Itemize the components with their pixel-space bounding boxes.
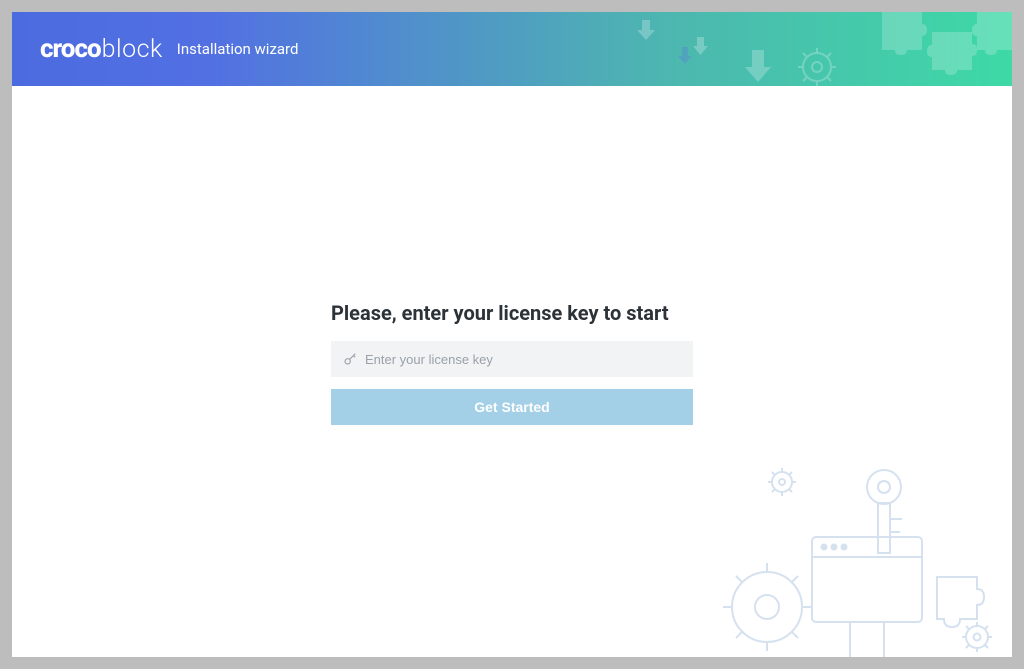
logo-text-b: block bbox=[102, 35, 163, 64]
logo-area: croco block Installation wizard bbox=[40, 34, 298, 64]
wizard-header: croco block Installation wizard bbox=[12, 12, 1012, 86]
wizard-container: croco block Installation wizard Please, … bbox=[12, 12, 1012, 657]
license-input-wrap bbox=[331, 341, 693, 377]
license-key-input[interactable] bbox=[365, 352, 681, 367]
key-icon bbox=[343, 352, 357, 366]
header-subtitle: Installation wizard bbox=[177, 40, 299, 58]
bottom-decoration bbox=[712, 457, 1012, 657]
header-decoration bbox=[612, 12, 1012, 86]
crocoblock-logo: croco block bbox=[40, 34, 163, 64]
get-started-button[interactable]: Get Started bbox=[331, 389, 693, 425]
logo-text-a: croco bbox=[40, 34, 101, 64]
license-headline: Please, enter your license key to start bbox=[331, 301, 693, 325]
wizard-main: Please, enter your license key to start … bbox=[12, 86, 1012, 657]
